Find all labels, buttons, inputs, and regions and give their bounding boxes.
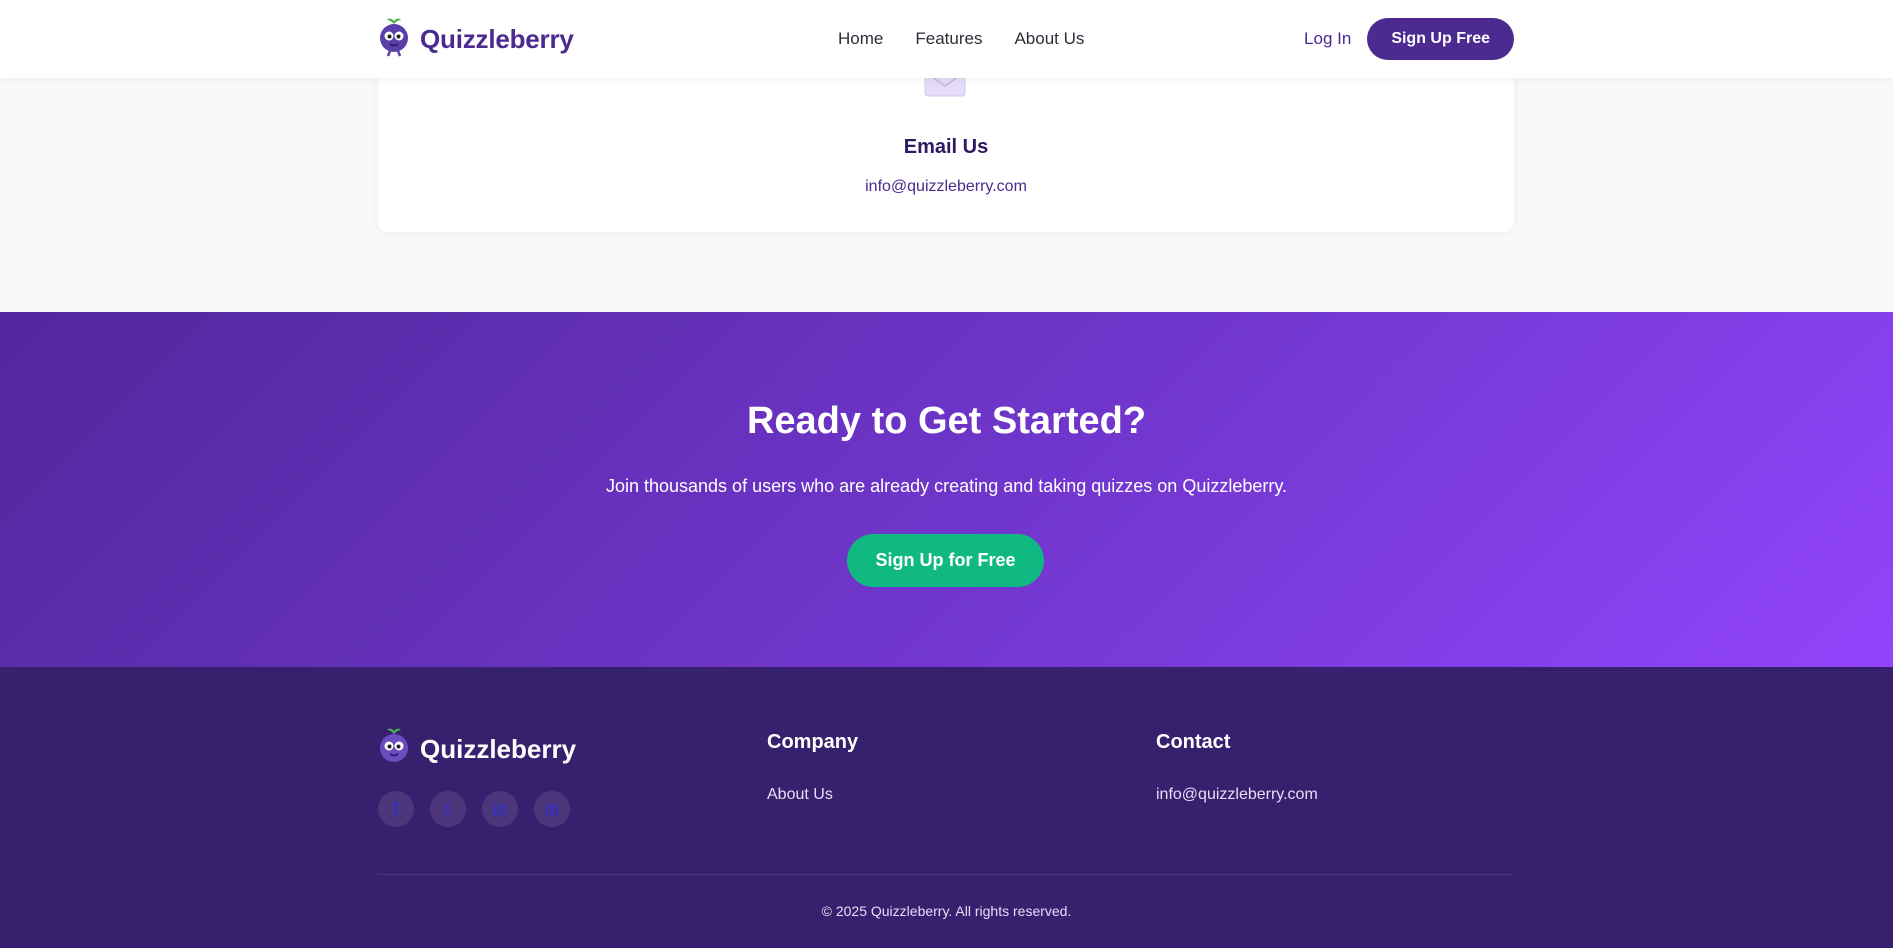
navbar-inner: Quizzleberry Home Features About Us Log … bbox=[378, 0, 1514, 78]
cta-signup-button[interactable]: Sign Up for Free bbox=[847, 534, 1044, 587]
main-nav: Home Features About Us bbox=[838, 0, 1084, 78]
footer-brand[interactable]: Quizzleberry bbox=[378, 727, 576, 771]
footer-about-us-link[interactable]: About Us bbox=[767, 786, 858, 804]
copyright-text: © 2025 Quizzleberry. All rights reserved… bbox=[821, 903, 1072, 919]
brand-name: Quizzleberry bbox=[420, 23, 574, 54]
footer-contact-title: Contact bbox=[1156, 731, 1231, 753]
instagram-link[interactable]: ig bbox=[534, 791, 570, 827]
facebook-link[interactable]: f bbox=[378, 791, 414, 827]
footer-divider bbox=[378, 874, 1514, 875]
nav-actions: Log In Sign Up Free bbox=[1304, 0, 1514, 78]
twitter-link[interactable]: t bbox=[430, 791, 466, 827]
linkedin-link[interactable]: in bbox=[482, 791, 518, 827]
page: Quizzleberry Home Features About Us Log … bbox=[0, 0, 1893, 948]
footer: Quizzleberry f t in ig Company About Us … bbox=[0, 667, 1893, 948]
footer-contact-column: Contact info@quizzleberry.com bbox=[1156, 731, 1318, 804]
blueberry-mascot-icon bbox=[378, 17, 410, 61]
top-navbar: Quizzleberry Home Features About Us Log … bbox=[0, 0, 1893, 78]
footer-email-link[interactable]: info@quizzleberry.com bbox=[1156, 786, 1318, 804]
cta-subtitle: Join thousands of users who are already … bbox=[605, 476, 1288, 496]
nav-features[interactable]: Features bbox=[915, 29, 982, 49]
nav-home[interactable]: Home bbox=[838, 29, 883, 49]
nav-about-us[interactable]: About Us bbox=[1014, 29, 1084, 49]
cta-section: Ready to Get Started? Join thousands of … bbox=[0, 312, 1893, 667]
login-link[interactable]: Log In bbox=[1304, 29, 1351, 49]
cta-title: Ready to Get Started? bbox=[746, 400, 1147, 442]
social-links: f t in ig bbox=[378, 791, 570, 827]
footer-brand-name: Quizzleberry bbox=[420, 733, 577, 764]
blueberry-mascot-icon bbox=[378, 727, 410, 771]
footer-company-column: Company About Us bbox=[767, 731, 858, 804]
contact-email-link[interactable]: info@quizzleberry.com bbox=[378, 178, 1514, 196]
signup-button[interactable]: Sign Up Free bbox=[1367, 18, 1514, 60]
card-title: Email Us bbox=[903, 136, 989, 158]
footer-company-title: Company bbox=[767, 731, 859, 753]
brand-logo[interactable]: Quizzleberry bbox=[378, 17, 574, 61]
